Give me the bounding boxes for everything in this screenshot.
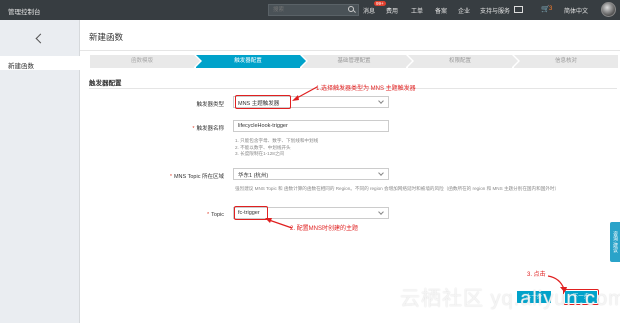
nav-icp[interactable]: 备案 — [435, 6, 447, 15]
top-navbar: 管理控制台 消息 99+ 费用 工单 备案 企业 支持与服务 🛒 3 简体中文 — [0, 0, 620, 20]
feedback-tab[interactable]: 咨询·建议 — [610, 222, 620, 262]
sidebar-item-new-function[interactable]: 新建函数 — [0, 56, 80, 70]
main-content: 新建函数 函数模版 触发器配置 基础管理配置 权限配置 信息核对 触发器配置 触… — [80, 20, 620, 323]
search-input[interactable] — [268, 4, 359, 16]
language-switch[interactable]: 简体中文 — [564, 6, 588, 15]
message-count-badge: 99+ — [374, 1, 386, 6]
step-label: 触发器配置 — [234, 58, 262, 64]
watermark: 云栖社区 yq.aliyun.com — [400, 288, 620, 310]
avatar[interactable] — [601, 2, 616, 17]
trigger-name-input[interactable]: lifecycleHook-trigger — [233, 120, 389, 132]
trigger-type-label: 触发器类型 — [196, 102, 224, 108]
divider — [80, 50, 620, 51]
nav-messages[interactable]: 消息 — [363, 6, 375, 15]
mail-icon[interactable] — [514, 6, 523, 13]
step-template[interactable]: 函数模版 — [90, 55, 200, 68]
mns-region-select[interactable]: 华东1 (杭州) — [233, 168, 389, 180]
sidebar: 新建函数 — [0, 20, 80, 323]
nav-support[interactable]: 支持与服务 — [480, 6, 510, 15]
mns-region-value: 华东1 (杭州) — [238, 173, 269, 179]
required-mark: * — [207, 212, 210, 218]
annotation-step-2: 2. 配置MNS时创建的主题 — [290, 226, 359, 232]
step-label: 权限配置 — [448, 58, 471, 64]
nav-billing[interactable]: 费用 — [386, 6, 398, 15]
required-mark: * — [192, 126, 195, 132]
cart-count: 3 — [549, 6, 553, 12]
wizard-steps: 函数模版 触发器配置 基础管理配置 权限配置 信息核对 — [90, 55, 618, 68]
step-trigger[interactable]: 触发器配置 — [196, 55, 306, 68]
chevron-down-icon — [378, 209, 384, 215]
step-basic[interactable]: 基础管理配置 — [302, 55, 412, 68]
chevron-down-icon — [378, 98, 384, 104]
highlight-trigger-type — [235, 95, 291, 109]
chevron-down-icon — [378, 170, 384, 176]
step-label: 基础管理配置 — [337, 58, 371, 64]
step-label: 函数模版 — [130, 58, 153, 64]
step-label: 信息核对 — [554, 58, 577, 64]
mns-region-label: * MNS Topic 所在区域 — [169, 174, 224, 180]
topic-label: * Topic — [207, 212, 224, 218]
nav-tickets[interactable]: 工单 — [411, 6, 423, 15]
collapse-sidebar-icon[interactable] — [32, 32, 46, 46]
nav-enterprise[interactable]: 企业 — [458, 6, 470, 15]
annotation-step-3: 3. 点击 — [527, 272, 546, 278]
page-title: 新建函数 — [89, 32, 124, 42]
console-brand[interactable]: 管理控制台 — [8, 6, 41, 16]
search-icon[interactable] — [348, 6, 354, 12]
highlight-topic — [234, 206, 268, 220]
annotation-step-1: 1.选择触发器类型为 MNS 主题触发器 — [316, 86, 416, 92]
trigger-name-label: * 触发器名称 — [192, 126, 224, 132]
required-mark: * — [169, 174, 172, 180]
mns-region-help: 强烈建议 MNS Topic 和 函数计算的函数在相同的 Region。不同的 … — [235, 186, 560, 191]
step-permission[interactable]: 权限配置 — [408, 55, 518, 68]
arrow-annotation-1 — [292, 86, 318, 101]
trigger-name-help: 1. 只能包含字母、数字、下划线和中划线 2. 不能以数字、中划线开头 3. 长… — [235, 138, 319, 156]
step-review[interactable]: 信息核对 — [514, 55, 618, 68]
section-title: 触发器配置 — [89, 80, 122, 87]
